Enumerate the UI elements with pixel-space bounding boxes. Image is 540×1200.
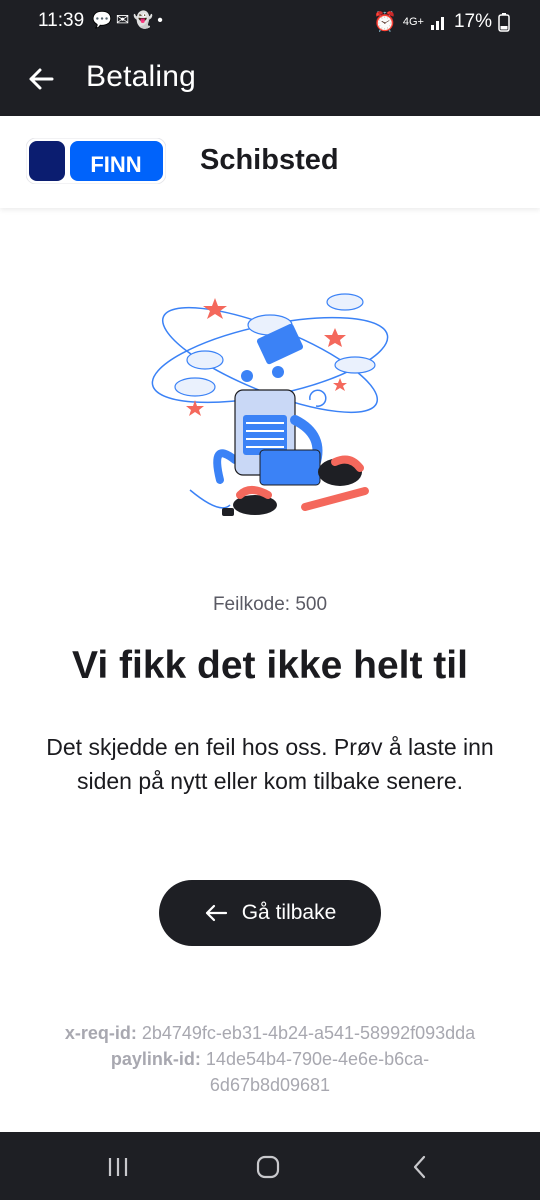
battery-icon: [498, 13, 510, 32]
home-icon[interactable]: [253, 1152, 283, 1182]
req-id-label: x-req-id:: [64, 1023, 137, 1043]
req-id-value: 2b4749fc-eb31-4b24-a541-58992f093dda: [141, 1023, 476, 1043]
paylink-id-value: 14de54b4-790e-4e6e-b6ca-6d67b8d09681: [205, 1049, 430, 1095]
paylink-id-line: paylink-id: 14de54b4-790e-4e6e-b6ca-6d67…: [0, 1046, 540, 1098]
page-title: Betaling: [86, 60, 197, 93]
error-message: Det skjedde en feil hos oss. Prøv å last…: [46, 734, 494, 794]
battery-percent: 17%: [453, 11, 492, 32]
system-nav-bar: [0, 1132, 540, 1200]
alarm-icon: ⏰: [373, 12, 397, 33]
finn-logo-text: FINN: [90, 152, 141, 177]
dot-icon: •: [157, 12, 163, 29]
error-code: Feilkode: 500: [212, 594, 328, 615]
merchant-header: FINN Schibsted: [0, 116, 540, 208]
chat-icon: 💬: [92, 12, 112, 29]
status-right: ⏰ 4G+ 17%: [373, 10, 510, 34]
request-ids: x-req-id: 2b4749fc-eb31-4b24-a541-58992f…: [0, 1020, 540, 1098]
snapchat-icon: 👻: [133, 12, 154, 29]
recent-apps-icon[interactable]: [103, 1152, 133, 1182]
app-bar: Betaling: [0, 44, 540, 116]
notification-icons: 💬 ✉ 👻 •: [92, 10, 163, 32]
go-back-button[interactable]: Gå tilbake: [159, 880, 381, 946]
signal-icon: [430, 17, 444, 30]
network-type: 4G+: [402, 16, 424, 28]
mail-icon: ✉: [115, 12, 130, 29]
status-time: 11:39: [38, 10, 85, 31]
error-headline: Vi fikk det ikke helt til: [72, 644, 468, 687]
finn-logo: FINN: [26, 138, 166, 184]
req-id-line: x-req-id: 2b4749fc-eb31-4b24-a541-58992f…: [0, 1020, 540, 1046]
arrow-left-icon: [205, 904, 227, 922]
status-bar: 11:39 💬 ✉ 👻 • ⏰ 4G+ 17%: [0, 0, 540, 44]
go-back-label: Gå tilbake: [241, 901, 337, 924]
nav-back-icon[interactable]: [405, 1152, 435, 1182]
arrow-left-icon[interactable]: [26, 64, 56, 94]
broken-robot-illustration: [151, 293, 389, 516]
merchant-name: Schibsted: [200, 144, 339, 176]
paylink-id-label: paylink-id:: [110, 1049, 201, 1069]
